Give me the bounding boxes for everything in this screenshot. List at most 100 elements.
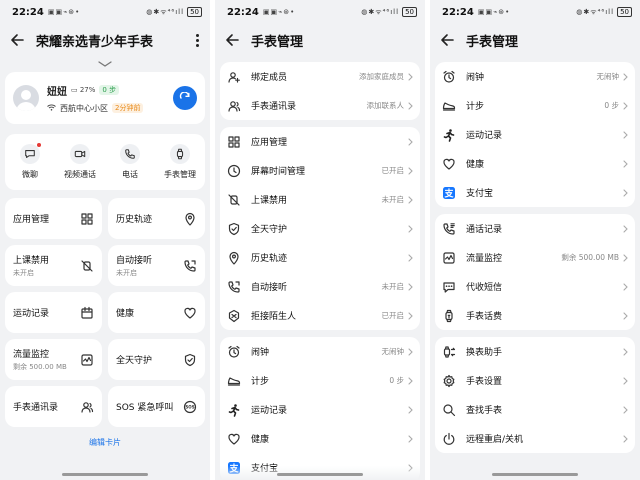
settings-row-add-member[interactable]: 绑定成员 添加家庭成员 (220, 62, 420, 91)
profile-info: 妞妞 ▭ 27% 0 步 西航中心小区 2分钟前 (47, 83, 173, 114)
feature-card-calendar[interactable]: 运动记录 (5, 292, 102, 333)
feature-card-shield-check[interactable]: 全天守护 (108, 339, 205, 380)
settings-group: 闹钟 无闹钟 计步 0 步 运动记录 健康 支 支付宝 (220, 337, 420, 480)
feature-card-grid[interactable]: 应用管理 (5, 198, 102, 239)
row-value: 剩余 500.00 MB (561, 253, 619, 262)
quick-action-phone[interactable]: 电话 (110, 144, 150, 180)
settings-row-watch-bill[interactable]: 手表话费 (435, 301, 635, 330)
settings-row-running[interactable]: 运动记录 (220, 395, 420, 424)
feature-card-sos[interactable]: SOS 紧急呼叫 SOS (108, 386, 205, 427)
settings-row-running[interactable]: 运动记录 (435, 120, 635, 149)
sos-icon: SOS (183, 400, 197, 413)
chevron-right-icon (623, 434, 628, 443)
home-indicator[interactable] (62, 473, 148, 476)
settings-row-alarm[interactable]: 闹钟 无闹钟 (220, 337, 420, 366)
settings-row-search[interactable]: 查找手表 (435, 395, 635, 424)
card-icon-wrap (80, 353, 94, 367)
settings-row-shoe[interactable]: 计步 0 步 (435, 91, 635, 120)
row-icon-wrap (442, 70, 456, 84)
quick-action-video-call[interactable]: 视频通话 (60, 144, 100, 180)
settings-row-heart[interactable]: 健康 (435, 149, 635, 178)
feature-card-class-disable[interactable]: 上课禁用 未开启 (5, 245, 102, 286)
row-value: 未开启 (381, 282, 405, 291)
svg-text:支: 支 (443, 187, 454, 199)
row-value: 0 步 (389, 376, 404, 385)
location-pin-icon (185, 212, 195, 226)
settings-row-shoe[interactable]: 计步 0 步 (220, 366, 420, 395)
settings-row-clock[interactable]: 屏幕时间管理 已开启 (220, 156, 420, 185)
settings-row-location-pin[interactable]: 历史轨迹 (220, 243, 420, 272)
back-arrow-icon[interactable] (225, 32, 241, 48)
more-menu-icon[interactable] (194, 33, 200, 47)
feature-card-auto-answer[interactable]: 自动接听 未开启 (108, 245, 205, 286)
settings-row-auto-answer[interactable]: 自动接听 未开启 (220, 272, 420, 301)
header: 荣耀亲选青少年手表 (0, 24, 210, 56)
profile-card[interactable]: 妞妞 ▭ 27% 0 步 西航中心小区 2分钟前 (5, 72, 205, 124)
feature-card-heart[interactable]: 健康 (108, 292, 205, 333)
card-icon-wrap (183, 353, 197, 367)
feature-card-contacts[interactable]: 手表通讯录 (5, 386, 102, 427)
feature-card-location-pin[interactable]: 历史轨迹 (108, 198, 205, 239)
settings-row-alipay[interactable]: 支 支付宝 (435, 178, 635, 207)
settings-row-traffic-monitor[interactable]: 流量监控 剩余 500.00 MB (435, 243, 635, 272)
edit-cards-link[interactable]: 编辑卡片 (0, 437, 210, 448)
collapse-chevron-icon[interactable] (0, 56, 210, 72)
back-arrow-icon[interactable] (440, 32, 456, 48)
switch-watch-icon (443, 345, 456, 358)
row-label: 闹钟 (466, 73, 485, 83)
settings-row-gear[interactable]: 手表设置 (435, 366, 635, 395)
alarm-icon (443, 70, 455, 83)
settings-row-contacts[interactable]: 手表通讯录 添加联系人 (220, 91, 420, 120)
settings-row-block-stranger[interactable]: 拒接陌生人 已开启 (220, 301, 420, 330)
heart-icon (443, 158, 455, 170)
settings-row-call-log[interactable]: 通话记录 (435, 214, 635, 243)
card-icon-wrap (183, 259, 197, 273)
settings-row-switch-watch[interactable]: 换表助手 (435, 337, 635, 366)
card-icon-wrap (183, 212, 197, 226)
watch-bill-icon (445, 309, 453, 322)
row-label: 全天守护 (251, 225, 288, 235)
block-stranger-icon (228, 309, 240, 322)
row-label: 通话记录 (466, 225, 503, 235)
row-value: 未开启 (381, 195, 405, 204)
row-value: 已开启 (381, 311, 405, 320)
row-value: 已开启 (381, 166, 405, 175)
row-icon-wrap (227, 309, 241, 323)
settings-row-sms[interactable]: 代收短信 (435, 272, 635, 301)
row-value: 无闹钟 (596, 72, 620, 81)
quick-action-label: 手表管理 (164, 170, 196, 179)
calendar-icon (81, 306, 93, 319)
chevron-right-icon (408, 434, 413, 443)
row-label: 运动记录 (466, 131, 503, 141)
contacts-icon (81, 401, 94, 413)
video-call-icon (74, 150, 86, 158)
back-arrow-icon[interactable] (10, 32, 26, 48)
chevron-right-icon (408, 405, 413, 414)
status-bar: 22:24 ▣▣⌁⊛• ◍✱ᯤ⁴⁶ıll 50 (0, 0, 210, 24)
home-indicator[interactable] (492, 473, 578, 476)
quick-action-chat[interactable]: 微聊 (10, 143, 50, 180)
settings-row-shield-check[interactable]: 全天守护 (220, 214, 420, 243)
shoe-icon (442, 101, 456, 111)
chevron-right-icon (408, 72, 413, 81)
settings-row-heart[interactable]: 健康 (220, 424, 420, 453)
feature-card-traffic-monitor[interactable]: 流量监控 剩余 500.00 MB (5, 339, 102, 380)
shield-check-icon (228, 222, 240, 235)
row-icon-wrap (227, 403, 241, 417)
row-label: 拒接陌生人 (251, 312, 297, 322)
home-indicator[interactable] (277, 473, 363, 476)
row-label: 自动接听 (251, 283, 288, 293)
settings-group: 闹钟 无闹钟 计步 0 步 运动记录 健康 支 支付宝 (435, 62, 635, 207)
settings-row-class-disable[interactable]: 上课禁用 未开启 (220, 185, 420, 214)
row-label: 手表设置 (466, 377, 503, 387)
row-icon-wrap (227, 99, 241, 113)
refresh-location-button[interactable] (173, 86, 197, 110)
quick-action-label: 微聊 (22, 170, 38, 179)
search-icon (443, 403, 456, 416)
settings-row-alarm[interactable]: 闹钟 无闹钟 (435, 62, 635, 91)
chevron-right-icon (623, 405, 628, 414)
settings-row-power[interactable]: 远程重启/关机 (435, 424, 635, 453)
shoe-icon (227, 376, 241, 386)
settings-row-grid[interactable]: 应用管理 (220, 127, 420, 156)
quick-action-watch[interactable]: 手表管理 (160, 144, 200, 180)
